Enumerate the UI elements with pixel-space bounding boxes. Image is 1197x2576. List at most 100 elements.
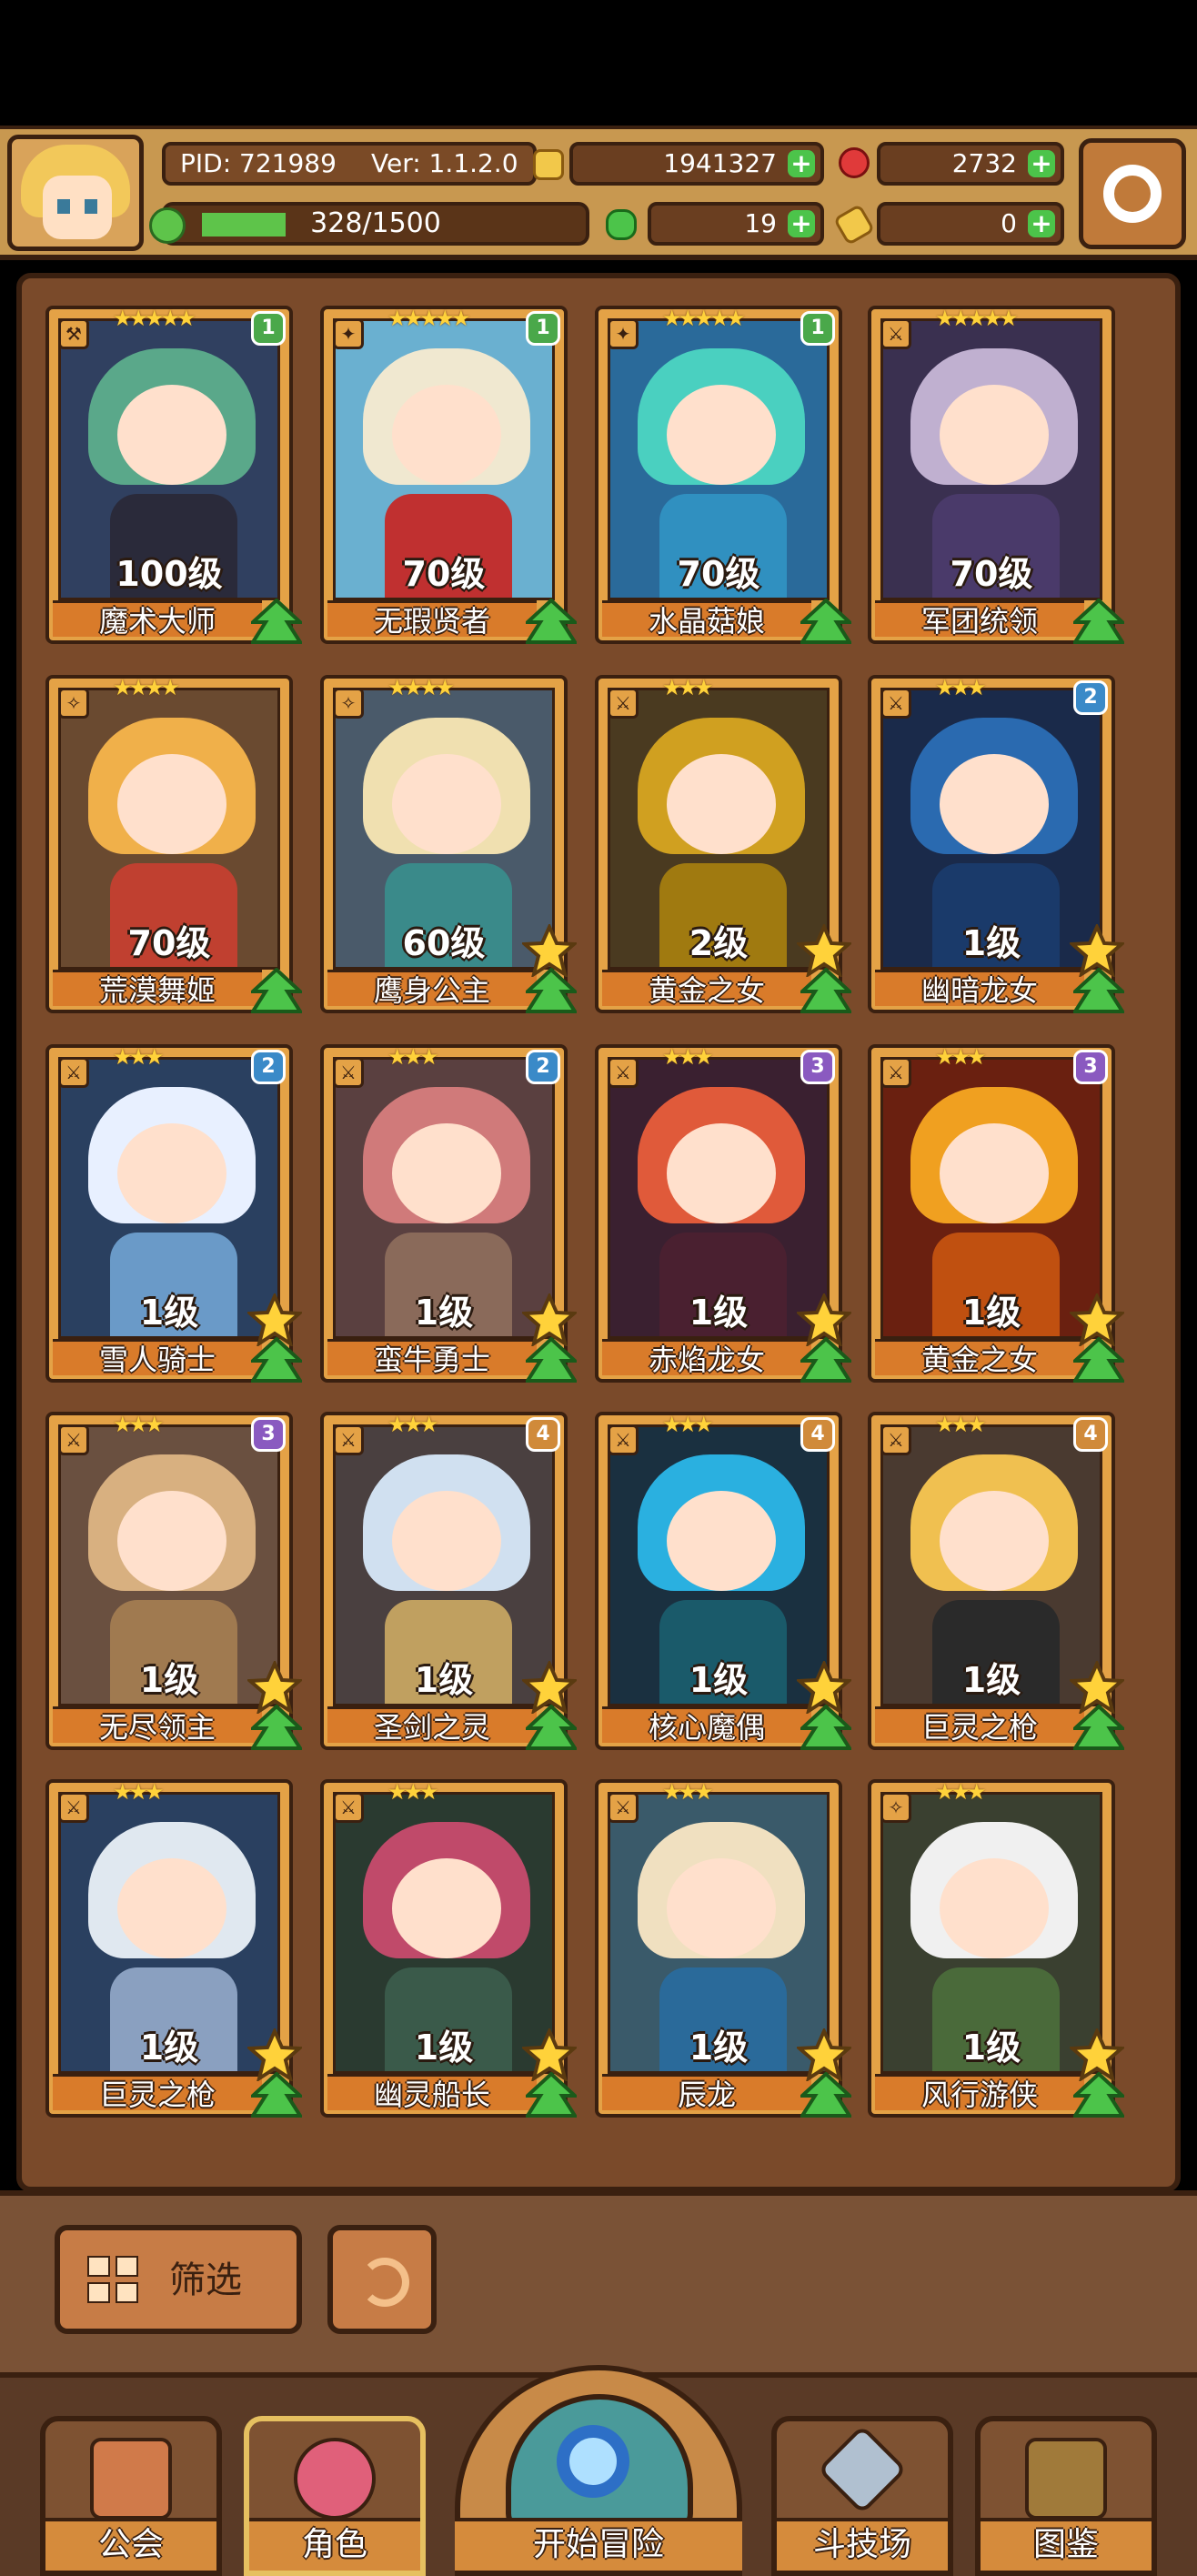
level-up-icon[interactable] [251,2072,302,2118]
add-gold-button[interactable]: + [788,150,815,177]
character-card[interactable]: ⚔ ★★★ 4 1级 圣剑之灵 [320,1412,577,1750]
character-name: 军团统领 [920,604,1038,639]
character-card[interactable]: ✦ ★★★★★ 1 70级 无瑕贤者 [320,306,577,644]
level-up-icon[interactable] [526,599,577,644]
nav-characters-label: 角色 [249,2518,420,2571]
level-up-icon[interactable] [800,599,851,644]
name-bar: 核心魔偶 [602,1706,811,1745]
character-name: 魔术大师 [98,604,216,639]
character-card[interactable]: ⚔ ★★★ 2 1级 雪人骑士 [45,1044,302,1383]
level-up-icon[interactable] [1073,968,1124,1013]
character-icon [294,2438,376,2520]
level-up-icon[interactable] [1073,1705,1124,1750]
character-card[interactable]: ✧ ★★★ 1级 风行游侠 [868,1779,1124,2118]
book-icon [1025,2438,1107,2520]
character-card[interactable]: ✦ ★★★★★ 1 70级 水晶菇娘 [595,306,851,644]
character-card[interactable]: ⚔ ★★★ 3 1级 无尽领主 [45,1412,302,1750]
star-rating: ★★★ [113,1044,165,1070]
level-up-icon[interactable] [800,1337,851,1383]
crossed-swords-icon [817,2424,908,2515]
nav-arena[interactable]: 斗技场 [771,2416,953,2576]
nav-guild[interactable]: 公会 [40,2416,222,2576]
character-card[interactable]: ⚔ ★★★ 3 1级 赤焰龙女 [595,1044,851,1383]
gold-coin-icon [533,149,564,180]
add-gems-button[interactable]: + [1028,150,1055,177]
portrait-face [940,754,1049,854]
level-up-icon[interactable] [526,1337,577,1383]
rank-badge: 3 [800,1050,835,1084]
level-up-icon[interactable] [800,2072,851,2118]
name-bar: 幽暗龙女 [875,970,1084,1008]
level-up-icon[interactable] [526,968,577,1013]
nav-adventure[interactable]: 开始冒险 [455,2365,742,2576]
level-up-icon[interactable] [251,599,302,644]
level-up-icon[interactable] [526,1705,577,1750]
character-card[interactable]: ⚔ ★★★ 4 1级 核心魔偶 [595,1412,851,1750]
add-keys-button[interactable]: + [1028,210,1055,237]
character-card[interactable]: ✧ ★★★★ 60级 鹰身公主 [320,675,577,1013]
class-icon: ⚔ [58,1792,89,1823]
class-icon: ✦ [608,318,639,349]
star-rating: ★★★ [662,1779,714,1805]
portrait-face [667,1123,776,1223]
player-avatar[interactable] [7,135,144,251]
refresh-button[interactable] [327,2225,437,2334]
class-icon: ✧ [880,1792,911,1823]
settings-button[interactable] [1079,138,1186,249]
star-rating: ★★★ [387,1044,439,1070]
level-up-icon[interactable] [251,1705,302,1750]
portrait-face [392,1491,501,1591]
filter-button[interactable]: 筛选 [55,2225,302,2334]
rank-badge: 1 [251,311,286,346]
nav-characters[interactable]: 角色 [244,2416,426,2576]
clover-amount: 19 [744,208,777,238]
character-card[interactable]: ⚔ ★★★ 2级 黄金之女 [595,675,851,1013]
clover-icon [606,209,637,240]
level-up-icon[interactable] [251,968,302,1013]
class-icon: ✧ [58,688,89,719]
nav-arena-label: 斗技场 [777,2518,948,2571]
character-roster[interactable]: ⚒ ★★★★★ 1 100级 魔术大师 ✦ ★★★★★ 1 70级 无瑕贤者 ✦ ★★★★★ 1 70级水… [16,273,1181,2192]
filter-toolbar: 筛选 [0,2190,1197,2372]
character-card[interactable]: ⚔ ★★★ 2 1级 蛮牛勇士 [320,1044,577,1383]
class-icon: ⚔ [608,1424,639,1455]
character-card[interactable]: ⚔ ★★★ 2 1级 幽暗龙女 [868,675,1124,1013]
star-rating: ★★★ [935,1044,987,1070]
character-card[interactable]: ⚔ ★★★ 4 1级 巨灵之枪 [868,1412,1124,1750]
name-bar: 鹰身公主 [327,970,537,1008]
class-icon: ✦ [333,318,364,349]
rank-badge: 4 [526,1417,560,1452]
class-icon: ⚔ [880,1424,911,1455]
class-icon: ⚔ [880,688,911,719]
portrait-face [117,385,226,485]
level-up-icon[interactable] [251,1337,302,1383]
name-bar: 赤焰龙女 [602,1339,811,1377]
name-bar: 雪人骑士 [53,1339,262,1377]
level-up-icon[interactable] [800,968,851,1013]
class-icon: ⚔ [333,1424,364,1455]
character-card[interactable]: ⚔ ★★★ 3 1级 黄金之女 [868,1044,1124,1383]
character-card[interactable]: ⚔ ★★★ 1级 辰龙 [595,1779,851,2118]
rank-badge: 3 [1073,1050,1108,1084]
character-card[interactable]: ⚔ ★★★ 1级 巨灵之枪 [45,1779,302,2118]
character-name: 赤焰龙女 [648,1343,765,1377]
level-up-icon[interactable] [1073,599,1124,644]
character-card[interactable]: ⚒ ★★★★★ 1 100级 魔术大师 [45,306,302,644]
level-up-icon[interactable] [526,2072,577,2118]
character-card[interactable]: ✧ ★★★★ 70级 荒漠舞姬 [45,675,302,1013]
name-bar: 无尽领主 [53,1706,262,1745]
character-name: 核心魔偶 [648,1710,765,1745]
character-level: 70级 [402,554,486,594]
character-card[interactable]: ⚔ ★★★★★ 70级 军团统领 [868,306,1124,644]
add-clover-button[interactable]: + [788,210,815,237]
level-up-icon[interactable] [1073,1337,1124,1383]
portrait-face [392,754,501,854]
character-card[interactable]: ⚔ ★★★ 1级 幽灵船长 [320,1779,577,2118]
gem-amount: 2732 [951,148,1017,178]
portrait-face [117,1858,226,1958]
nav-codex[interactable]: 图鉴 [975,2416,1157,2576]
level-up-icon[interactable] [800,1705,851,1750]
rank-badge: 3 [251,1417,286,1452]
level-up-icon[interactable] [1073,2072,1124,2118]
id-version-panel: PID: 721989 Ver: 1.1.2.0 [162,142,537,186]
